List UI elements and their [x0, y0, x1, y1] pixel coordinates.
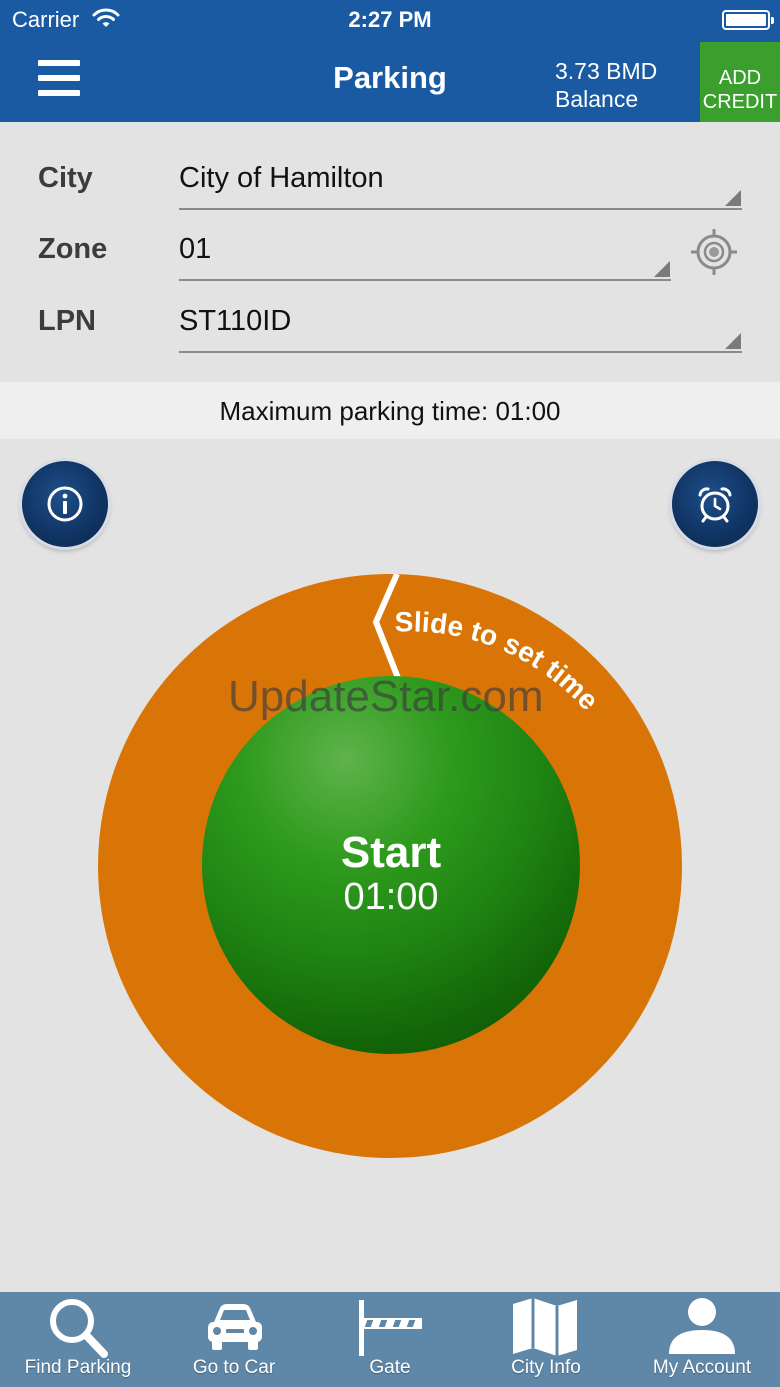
tab-gate[interactable]: Gate: [322, 1292, 458, 1387]
watermark: UpdateStar.com: [228, 672, 544, 721]
balance-amount: 3.73 BMD: [555, 58, 658, 84]
zone-value: 01: [179, 233, 212, 265]
alarm-clock-icon: [698, 487, 732, 523]
add-credit-button[interactable]: ADD CREDIT: [700, 42, 780, 122]
balance-label: Balance: [555, 86, 639, 112]
max-parking-time: Maximum parking time: 01:00: [0, 382, 780, 439]
zone-label: Zone: [38, 233, 108, 265]
car-icon: [208, 1304, 262, 1350]
status-bar: Carrier 2:27 PM: [0, 0, 780, 40]
zone-row: Zone 01: [0, 223, 780, 283]
tab-label: Find Parking: [24, 1357, 132, 1378]
balance-display: 3.73 BMD Balance: [555, 57, 657, 113]
info-icon: [47, 486, 83, 522]
tab-find-parking[interactable]: Find Parking: [10, 1292, 146, 1387]
city-value: City of Hamilton: [179, 162, 384, 194]
map-icon: [513, 1298, 577, 1356]
tab-go-to-car[interactable]: Go to Car: [166, 1292, 302, 1387]
tab-label: Go to Car: [192, 1357, 276, 1378]
parking-form: City City of Hamilton Zone 01 LPN ST110I…: [0, 122, 780, 382]
start-label: Start: [340, 828, 442, 877]
tab-label: Gate: [369, 1357, 411, 1378]
person-icon: [669, 1298, 735, 1354]
battery-icon: [722, 10, 774, 30]
lpn-label: LPN: [38, 305, 96, 337]
alarm-button[interactable]: [672, 461, 758, 547]
magnifier-icon: [50, 1299, 108, 1358]
start-duration: 01:00: [343, 876, 439, 918]
zone-select[interactable]: 01: [179, 223, 671, 281]
add-credit-label-line1: ADD: [718, 66, 762, 89]
dropdown-caret-icon: [654, 261, 670, 277]
city-label: City: [38, 162, 93, 194]
start-button[interactable]: Start 01:00: [202, 676, 580, 1054]
nav-bar: Parking 3.73 BMD Balance ADD CREDIT: [0, 40, 780, 122]
tab-my-account[interactable]: My Account: [634, 1292, 770, 1387]
lpn-value: ST110ID: [179, 305, 292, 337]
tab-label: City Info: [511, 1357, 581, 1378]
info-button[interactable]: [22, 461, 108, 547]
tab-label: My Account: [652, 1357, 752, 1378]
gate-barrier-icon: [359, 1300, 422, 1356]
dropdown-caret-icon: [725, 190, 741, 206]
add-credit-label-line2: CREDIT: [702, 90, 778, 113]
tab-bar: Find Parking Go to Car Gate City Info My…: [0, 1292, 780, 1387]
lpn-select[interactable]: ST110ID: [179, 295, 742, 353]
dropdown-caret-icon: [725, 333, 741, 349]
lpn-row: LPN ST110ID: [0, 295, 780, 355]
city-select[interactable]: City of Hamilton: [179, 152, 742, 210]
locate-crosshair-icon[interactable]: [690, 228, 738, 276]
tab-city-info[interactable]: City Info: [478, 1292, 614, 1387]
page-title: Parking: [333, 60, 447, 95]
status-time: 2:27 PM: [348, 7, 432, 32]
city-row: City City of Hamilton: [0, 152, 780, 212]
